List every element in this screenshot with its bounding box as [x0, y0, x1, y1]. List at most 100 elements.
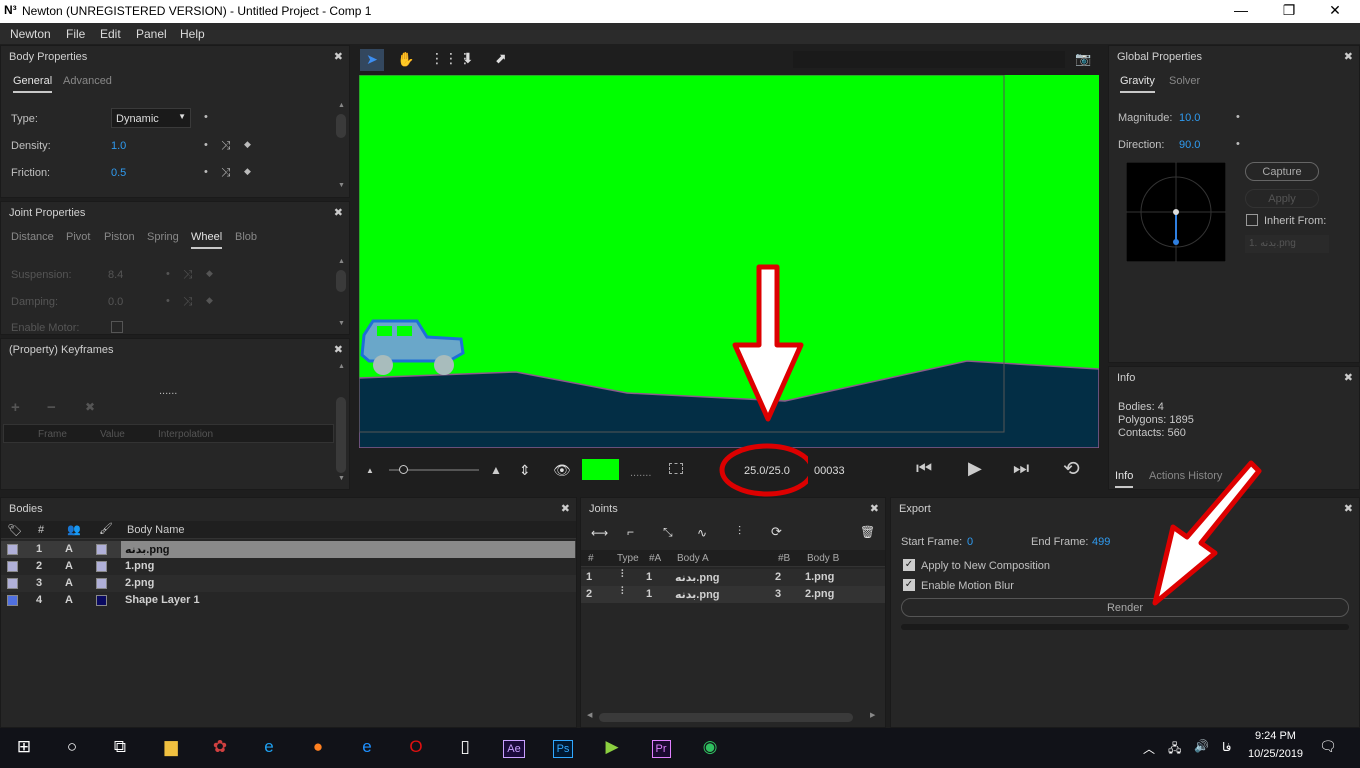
add-icon[interactable]: +	[11, 399, 20, 416]
zoom-fit-icon[interactable]: ⇕	[519, 462, 531, 479]
close-icon[interactable]: ✖	[1344, 371, 1353, 384]
drag-down-icon[interactable]: ⬇	[462, 50, 474, 67]
region-icon[interactable]	[669, 463, 683, 474]
task-view-icon[interactable]: ⧉	[96, 728, 144, 768]
close-icon[interactable]: ✖	[561, 502, 570, 515]
inherit-checkbox[interactable]	[1246, 214, 1258, 226]
zoom-out-icon[interactable]: ▲	[366, 466, 374, 475]
premiere-icon[interactable]: Pr	[637, 728, 685, 768]
media-player-icon[interactable]: ▶	[588, 728, 636, 768]
scrollbar[interactable]: ▲ ▼	[335, 102, 347, 192]
type-dropdown[interactable]: Dynamic ▼	[111, 108, 191, 128]
keyframe-dot-icon[interactable]: •	[204, 166, 208, 178]
randomize-icon[interactable]: ⤨	[221, 138, 231, 153]
magnitude-value[interactable]: 10.0	[1179, 112, 1200, 124]
expand-arrow-icon[interactable]: ⬈	[495, 50, 507, 67]
close-icon[interactable]: ✖	[1344, 50, 1353, 63]
edge-icon[interactable]: e	[343, 728, 391, 768]
menu-help[interactable]: Help	[180, 27, 205, 41]
notifications-icon[interactable]: 🗨	[1319, 738, 1337, 755]
direction-value[interactable]: 90.0	[1179, 139, 1200, 151]
scrollbar[interactable]: ▲ ▼	[335, 258, 347, 332]
friction-value[interactable]: 0.5	[111, 167, 126, 179]
skip-start-icon[interactable]: ⏮	[916, 458, 932, 479]
keyframe-dot-icon[interactable]: •	[204, 139, 208, 151]
tab-piston[interactable]: Piston	[104, 231, 135, 243]
gravity-direction-widget[interactable]	[1126, 162, 1226, 262]
download-manager-icon[interactable]: ◉	[686, 728, 734, 768]
after-effects-icon[interactable]: Ae	[490, 728, 538, 768]
internet-explorer-icon[interactable]: e	[245, 728, 293, 768]
keyframe-diamond-icon[interactable]: ◆	[244, 166, 251, 177]
remove-icon[interactable]: −	[47, 399, 56, 416]
piston-joint-icon[interactable]: ⤡	[663, 525, 673, 540]
density-value[interactable]: 1.0	[111, 140, 126, 152]
background-color-swatch[interactable]	[582, 459, 619, 480]
capture-button[interactable]: Capture	[1245, 162, 1319, 181]
tab-general[interactable]: General	[13, 75, 53, 93]
clock-date[interactable]: 10/25/2019	[1248, 748, 1303, 760]
eye-icon[interactable]: 👁	[553, 462, 571, 479]
delete-x-icon[interactable]: ✖	[85, 400, 95, 414]
blob-joint-icon[interactable]: ⟳	[771, 524, 782, 540]
close-icon[interactable]: ✖	[334, 50, 343, 63]
table-row[interactable]: 3 A 2.png	[1, 575, 576, 592]
render-button[interactable]: Render	[901, 598, 1349, 617]
close-icon[interactable]: ✖	[334, 206, 343, 219]
file-explorer-icon[interactable]: ▆	[147, 728, 195, 768]
horizontal-scrollbar[interactable]: ◀ ▶	[587, 711, 877, 723]
wheel-joint-icon[interactable]: ⫶	[738, 524, 741, 539]
loop-icon[interactable]: ⟲	[1063, 456, 1080, 481]
language-indicator[interactable]: فا	[1222, 740, 1231, 754]
menu-edit[interactable]: Edit	[100, 27, 121, 41]
step-forward-icon[interactable]: ⏭	[1013, 458, 1029, 479]
camera-icon[interactable]: 📷	[1075, 51, 1091, 67]
simulation-canvas[interactable]	[359, 75, 1099, 448]
photoshop-icon[interactable]: Ps	[539, 728, 587, 768]
document-icon[interactable]: ▯	[441, 728, 489, 768]
end-frame-value[interactable]: 499	[1092, 536, 1110, 548]
minimize-button[interactable]: —	[1226, 2, 1256, 18]
tab-advanced[interactable]: Advanced	[63, 75, 112, 87]
close-icon[interactable]: ✖	[870, 502, 879, 515]
volume-icon[interactable]: 🔊	[1194, 739, 1209, 753]
network-icon[interactable]: 🖧	[1168, 739, 1181, 760]
tab-pivot[interactable]: Pivot	[66, 231, 90, 243]
table-row[interactable]: 1 ⫶ 1 بدنه.png 2 1.png	[581, 569, 885, 586]
close-icon[interactable]: ✖	[334, 343, 343, 356]
chevron-up-icon[interactable]: ︿	[1143, 740, 1155, 757]
table-row[interactable]: 2 A 1.png	[1, 558, 576, 575]
menu-file[interactable]: File	[66, 27, 85, 41]
maximize-button[interactable]: ❐	[1274, 2, 1304, 19]
table-row[interactable]: 2 ⫶ 1 بدنه.png 3 2.png	[581, 586, 885, 603]
keyframe-dot-icon[interactable]: •	[1236, 138, 1240, 150]
close-button[interactable]: ✕	[1320, 2, 1350, 19]
tab-blob[interactable]: Blob	[235, 231, 257, 243]
tab-distance[interactable]: Distance	[11, 231, 54, 243]
zoom-in-icon[interactable]: ▲	[490, 463, 502, 477]
spring-joint-icon[interactable]: ∿	[697, 526, 707, 540]
clock-time[interactable]: 9:24 PM	[1255, 730, 1296, 742]
trash-icon[interactable]: 🗑	[860, 525, 875, 539]
randomize-icon[interactable]: ⤨	[221, 165, 231, 180]
menu-newton[interactable]: Newton	[10, 27, 51, 41]
tab-spring[interactable]: Spring	[147, 231, 179, 243]
motion-blur-checkbox[interactable]: ✓	[903, 579, 915, 591]
zoom-slider[interactable]	[389, 465, 479, 474]
tab-gravity[interactable]: Gravity	[1120, 75, 1155, 93]
keyframe-dot-icon[interactable]: •	[1236, 111, 1240, 123]
search-icon[interactable]: ○	[48, 728, 96, 768]
menu-panel[interactable]: Panel	[136, 27, 167, 41]
close-icon[interactable]: ✖	[1344, 502, 1353, 515]
table-row[interactable]: 1 A بدنه.png	[1, 541, 576, 558]
pivot-joint-icon[interactable]: ⌐	[627, 525, 634, 539]
apply-button[interactable]: Apply	[1245, 189, 1319, 208]
start-frame-value[interactable]: 0	[967, 536, 973, 548]
windows-start-icon[interactable]: ⊞	[0, 728, 48, 768]
select-tool-icon[interactable]: ➤	[360, 49, 384, 71]
table-row[interactable]: 4 A Shape Layer 1	[1, 592, 576, 609]
play-icon[interactable]: ▶	[968, 458, 982, 479]
opera-icon[interactable]: O	[392, 728, 440, 768]
hand-tool-icon[interactable]: ✋	[397, 51, 414, 68]
apply-comp-checkbox[interactable]: ✓	[903, 559, 915, 571]
